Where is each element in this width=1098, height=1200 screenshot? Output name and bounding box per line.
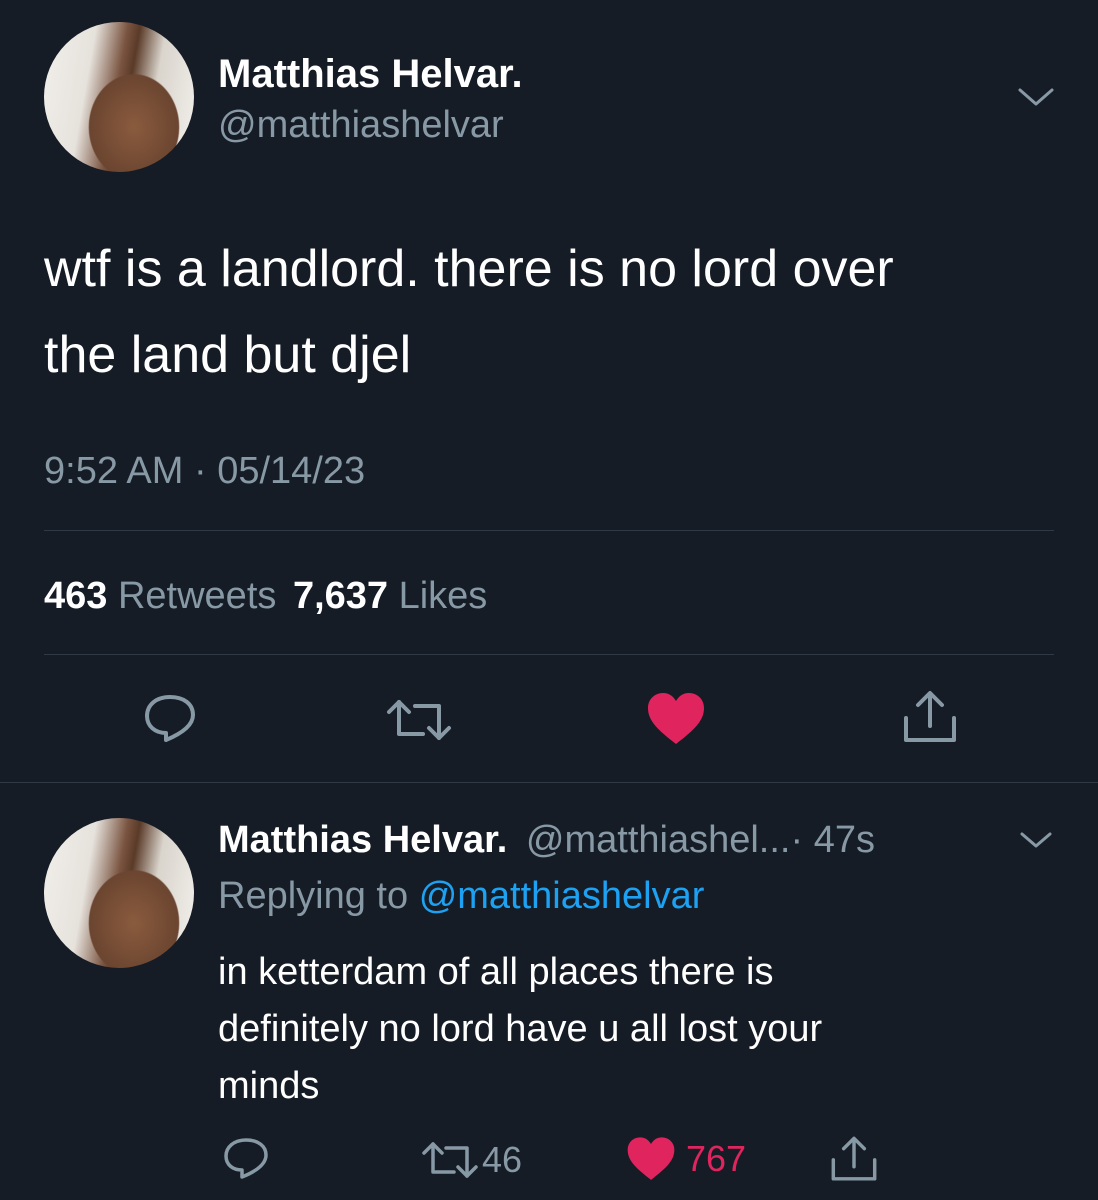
- reply-header: Matthias Helvar. @matthiashel...· 47s: [218, 818, 875, 862]
- heart-icon: [626, 1136, 676, 1182]
- chevron-down-icon[interactable]: [1016, 84, 1056, 110]
- retweet-button[interactable]: 46: [420, 1138, 522, 1182]
- timestamp[interactable]: 9:52 AM · 05/14/23: [44, 449, 365, 493]
- display-name[interactable]: Matthias Helvar.: [218, 819, 507, 861]
- replying-handle-link[interactable]: @matthiashelvar: [419, 875, 705, 917]
- replying-to: Replying to @matthiashelvar: [218, 874, 704, 918]
- replying-label: Replying to: [218, 875, 409, 917]
- engagement-stats: 463 Retweets 7,637 Likes: [44, 574, 487, 618]
- likes-count[interactable]: 7,637: [293, 575, 388, 617]
- display-name[interactable]: Matthias Helvar.: [218, 52, 523, 96]
- like-button[interactable]: 767: [626, 1136, 746, 1182]
- retweet-icon: [420, 1140, 480, 1180]
- time-ago[interactable]: · 47s: [790, 819, 874, 861]
- avatar[interactable]: [44, 22, 194, 172]
- retweets-count[interactable]: 463: [44, 575, 107, 617]
- divider: [44, 530, 1054, 531]
- chevron-down-icon[interactable]: [1018, 828, 1054, 852]
- like-count: 767: [686, 1138, 747, 1179]
- reply-icon[interactable]: [222, 1136, 270, 1180]
- reply-text-line: definitely no lord have u all lost your: [218, 1008, 823, 1050]
- reply-text-line: in ketterdam of all places there is: [218, 951, 774, 993]
- reply-text: in ketterdam of all places there is defi…: [218, 944, 822, 1115]
- retweet-icon[interactable]: [383, 696, 455, 744]
- handle[interactable]: @matthiashelvar: [218, 104, 504, 146]
- tweet-text-line: wtf is a landlord. there is no lord over: [44, 240, 894, 298]
- handle[interactable]: @matthiashel...: [526, 819, 791, 861]
- heart-icon[interactable]: [646, 692, 706, 746]
- divider: [0, 782, 1098, 783]
- retweets-label[interactable]: Retweets: [118, 575, 276, 617]
- share-icon[interactable]: [900, 688, 960, 746]
- share-icon[interactable]: [828, 1134, 880, 1184]
- likes-label[interactable]: Likes: [399, 575, 488, 617]
- tweet-text: wtf is a landlord. there is no lord over…: [44, 226, 894, 398]
- reply-text-line: minds: [218, 1065, 320, 1107]
- retweet-count: 46: [482, 1139, 523, 1180]
- avatar[interactable]: [44, 818, 194, 968]
- tweet-text-line: the land but djel: [44, 326, 412, 384]
- divider: [44, 654, 1054, 655]
- reply-icon[interactable]: [142, 692, 198, 744]
